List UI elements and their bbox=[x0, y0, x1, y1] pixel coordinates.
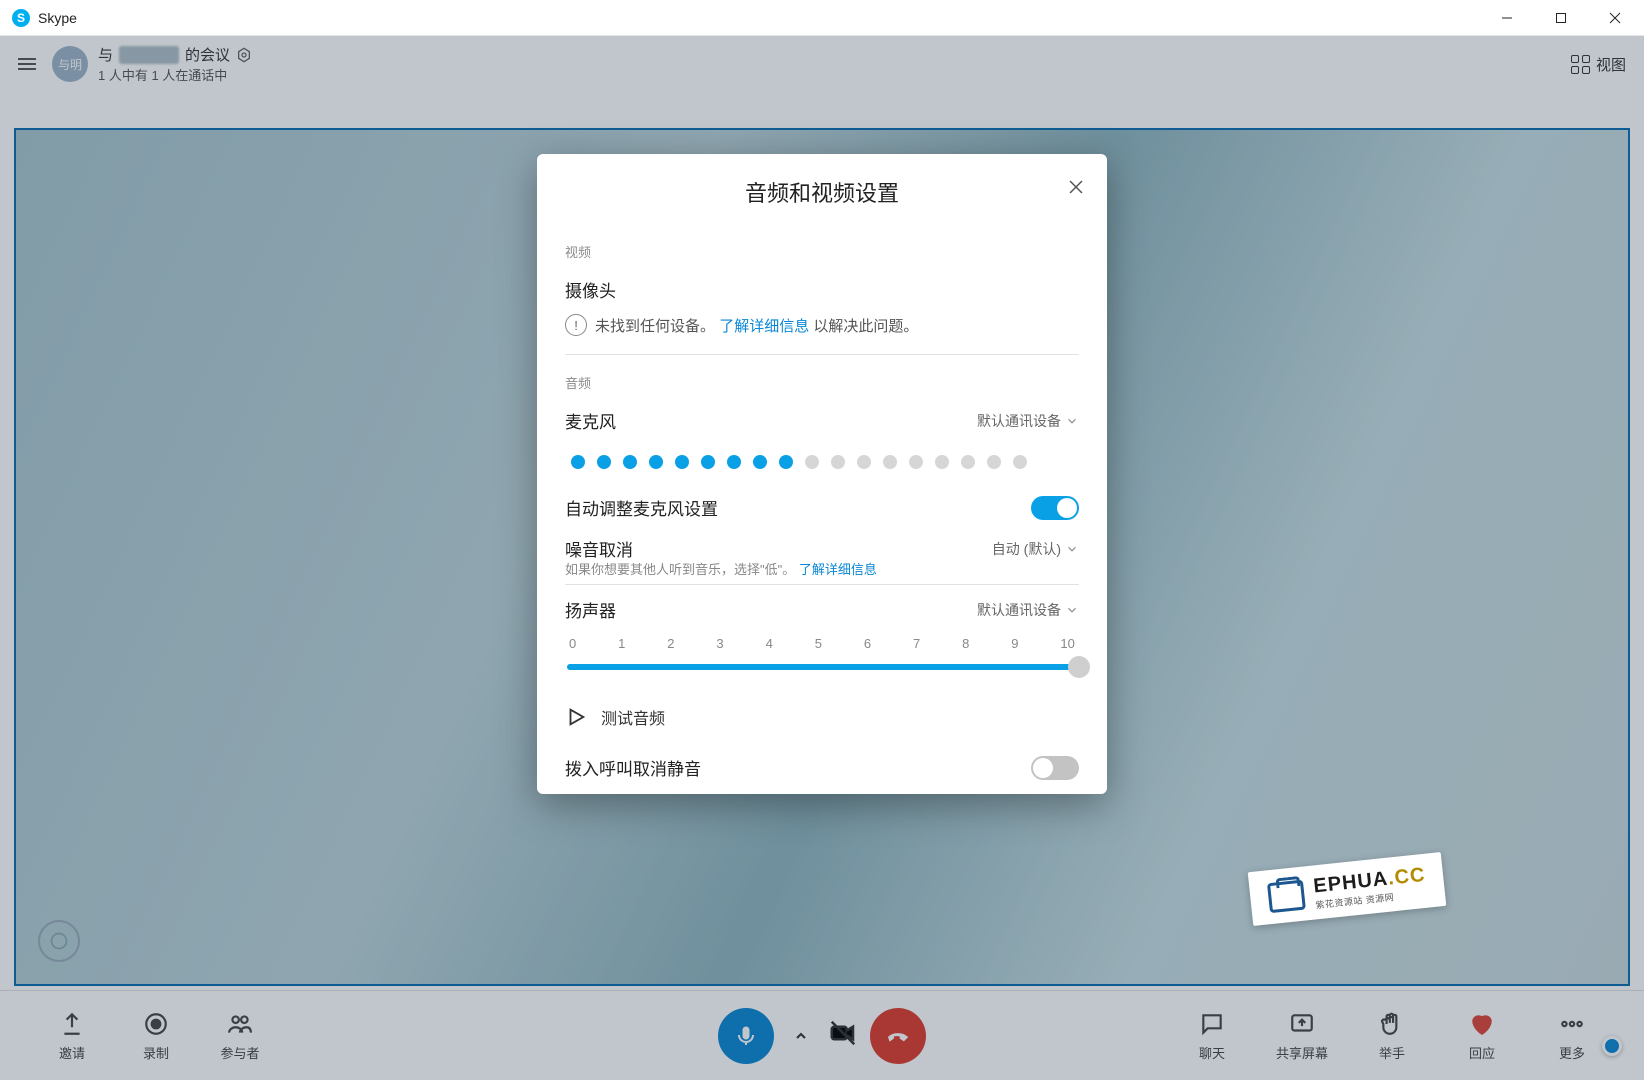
chevron-down-icon bbox=[1065, 542, 1079, 556]
tick-label: 9 bbox=[1011, 636, 1018, 651]
briefcase-icon bbox=[1267, 880, 1306, 914]
unmute-incoming-toggle[interactable] bbox=[1031, 756, 1079, 780]
modal-close-button[interactable] bbox=[1067, 178, 1085, 201]
camera-warning: ! 未找到任何设备。 了解详细信息 以解决此问题。 bbox=[565, 310, 1079, 350]
microphone-level-meter bbox=[565, 441, 1079, 487]
unmute-incoming-label: 拨入呼叫取消静音 bbox=[565, 755, 701, 780]
level-dot bbox=[961, 455, 975, 469]
noise-cancel-label: 噪音取消 bbox=[565, 536, 633, 561]
titlebar: S Skype bbox=[0, 0, 1644, 36]
tick-label: 7 bbox=[913, 636, 920, 651]
auto-adjust-label: 自动调整麦克风设置 bbox=[565, 495, 718, 520]
noise-cancel-row[interactable]: 噪音取消 自动 (默认) bbox=[565, 528, 1079, 561]
unmute-incoming-row: 拨入呼叫取消静音 bbox=[565, 747, 1079, 788]
camera-warning-text-2: 以解决此问题。 bbox=[813, 318, 918, 335]
window-close-button[interactable] bbox=[1588, 0, 1642, 36]
level-dot bbox=[753, 455, 767, 469]
noise-cancel-desc: 如果你想要其他人听到音乐，选择"低"。 bbox=[565, 562, 795, 577]
level-dot bbox=[649, 455, 663, 469]
window-minimize-button[interactable] bbox=[1480, 0, 1534, 36]
microphone-label: 麦克风 bbox=[565, 408, 616, 433]
av-settings-modal: 音频和视频设置 视频 摄像头 ! 未找到任何设备。 了解详细信息 以解决此问题。… bbox=[537, 154, 1107, 794]
tick-label: 6 bbox=[864, 636, 871, 651]
tick-label: 0 bbox=[569, 636, 576, 651]
camera-label: 摄像头 bbox=[565, 277, 616, 302]
level-dot bbox=[805, 455, 819, 469]
level-dot bbox=[883, 455, 897, 469]
window-title: Skype bbox=[38, 10, 77, 26]
test-audio-button[interactable]: 测试音频 bbox=[565, 687, 1079, 747]
speaker-volume-slider[interactable]: 0 1 2 3 4 5 6 7 8 9 10 bbox=[565, 630, 1079, 687]
level-dot bbox=[987, 455, 1001, 469]
audio-section-label: 音频 bbox=[565, 373, 1079, 392]
divider bbox=[565, 354, 1079, 355]
window-maximize-button[interactable] bbox=[1534, 0, 1588, 36]
level-dot bbox=[1013, 455, 1027, 469]
tick-label: 8 bbox=[962, 636, 969, 651]
level-dot bbox=[727, 455, 741, 469]
chevron-down-icon bbox=[1065, 414, 1079, 428]
modal-title: 音频和视频设置 bbox=[745, 176, 899, 208]
speaker-label: 扬声器 bbox=[565, 597, 616, 622]
camera-learn-more-link[interactable]: 了解详细信息 bbox=[719, 318, 809, 335]
test-audio-label: 测试音频 bbox=[601, 705, 665, 729]
noise-learn-more-link[interactable]: 了解详细信息 bbox=[799, 562, 877, 577]
speaker-device: 默认通讯设备 bbox=[977, 600, 1061, 620]
microphone-row[interactable]: 麦克风 默认通讯设备 bbox=[565, 400, 1079, 441]
auto-adjust-row: 自动调整麦克风设置 bbox=[565, 487, 1079, 528]
tick-label: 2 bbox=[667, 636, 674, 651]
level-dot bbox=[909, 455, 923, 469]
tick-label: 1 bbox=[618, 636, 625, 651]
level-dot bbox=[597, 455, 611, 469]
camera-warning-text: 未找到任何设备。 bbox=[595, 318, 715, 335]
speaker-row[interactable]: 扬声器 默认通讯设备 bbox=[565, 589, 1079, 630]
info-icon: ! bbox=[565, 314, 587, 336]
tick-label: 4 bbox=[766, 636, 773, 651]
chevron-down-icon bbox=[1065, 603, 1079, 617]
auto-adjust-toggle[interactable] bbox=[1031, 496, 1079, 520]
microphone-device: 默认通讯设备 bbox=[977, 411, 1061, 431]
tick-label: 5 bbox=[815, 636, 822, 651]
level-dot bbox=[935, 455, 949, 469]
tick-label: 10 bbox=[1060, 636, 1074, 651]
tick-label: 3 bbox=[716, 636, 723, 651]
divider bbox=[565, 584, 1079, 585]
level-dot bbox=[857, 455, 871, 469]
level-dot bbox=[571, 455, 585, 469]
level-dot bbox=[675, 455, 689, 469]
video-section-label: 视频 bbox=[565, 242, 1079, 261]
level-dot bbox=[623, 455, 637, 469]
app-root: 与明 与 的会议 1 人中有 1 人在通话中 视图 邀请 录 bbox=[0, 36, 1644, 1080]
noise-cancel-value: 自动 (默认) bbox=[992, 539, 1061, 559]
level-dot bbox=[831, 455, 845, 469]
play-icon bbox=[565, 706, 587, 728]
level-dot bbox=[779, 455, 793, 469]
watermark-tld: .CC bbox=[1387, 864, 1427, 890]
level-dot bbox=[701, 455, 715, 469]
skype-logo-icon: S bbox=[12, 9, 30, 27]
